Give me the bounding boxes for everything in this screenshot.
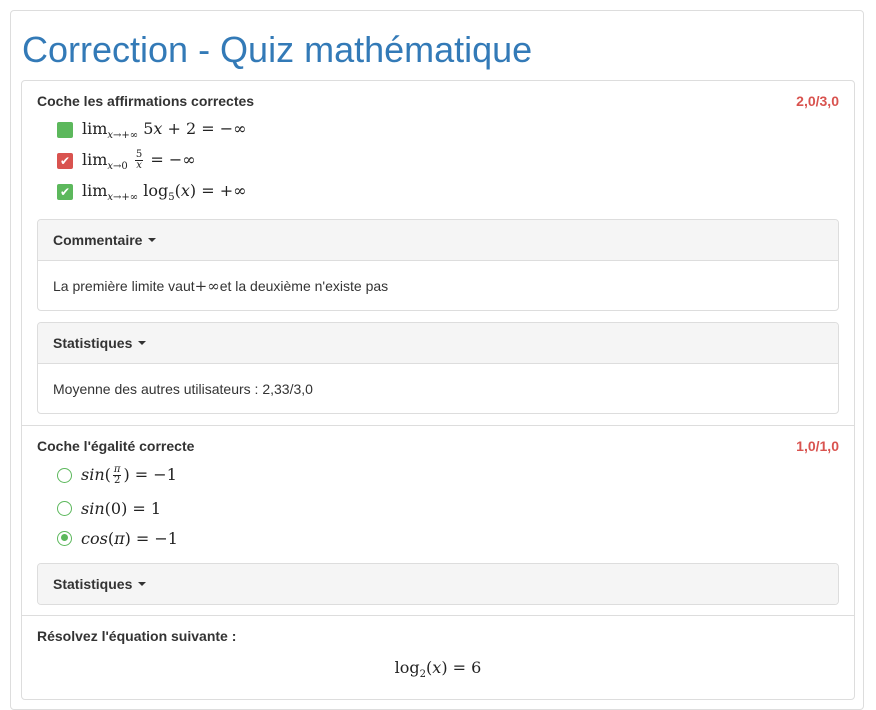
answer-option: sin(π 2) = −1	[57, 464, 177, 486]
statistics-heading: Statistiques	[53, 335, 133, 351]
comment-symbol: +∞	[194, 277, 220, 295]
answer-option: sin(0) = 1	[57, 497, 161, 519]
comment-text-after: et la deuxième n'existe pas	[219, 278, 389, 294]
question-title: Coche l'égalité correcte	[37, 438, 195, 454]
question-1: Coche les affirmations correctes 2,0/3,0…	[22, 81, 854, 425]
statistics-heading: Statistiques	[53, 576, 133, 592]
comment-panel: Commentaire La première limite vaut +∞ e…	[37, 219, 839, 311]
question-title: Coche les affirmations correctes	[37, 93, 255, 109]
radio-unchecked-icon	[57, 500, 72, 516]
answer-option: ✔ limx→0 5x = −∞	[57, 150, 196, 172]
caret-down-icon	[148, 238, 157, 242]
wrong-check-icon: ✔	[57, 153, 73, 169]
answer-option: limx→+∞ 5x + 2 = −∞	[57, 119, 247, 141]
answer-expression: sin(π 2) = −1	[81, 463, 177, 486]
questions-list: Coche les affirmations correctes 2,0/3,0…	[21, 80, 855, 700]
answer-option: cos(π) = −1	[57, 527, 178, 549]
question-score: 2,0/3,0	[796, 93, 839, 109]
question-title: Résolvez l'équation suivante :	[37, 628, 237, 644]
question-score: 1,0/1,0	[796, 438, 839, 454]
statistics-toggle[interactable]: Statistiques	[38, 564, 838, 604]
statistics-body: Moyenne des autres utilisateurs : 2,33/3…	[53, 381, 313, 397]
answer-expression: limx→0 5x = −∞	[82, 149, 196, 173]
checkbox-selected-icon	[57, 122, 73, 138]
comment-body: La première limite vaut +∞ et la deuxièm…	[38, 261, 838, 311]
comment-toggle[interactable]: Commentaire	[38, 220, 838, 261]
comment-text-before: La première limite vaut	[53, 278, 195, 294]
caret-down-icon	[138, 341, 147, 345]
question-3: Résolvez l'équation suivante : log2(x) =…	[22, 615, 854, 701]
question-2: Coche l'égalité correcte 1,0/1,0 sin(π 2)…	[22, 425, 854, 615]
correct-check-icon: ✔	[57, 184, 73, 200]
answer-option: ✔ limx→+∞ log5(x) = +∞	[57, 181, 246, 203]
equation: log2(x) = 6	[394, 658, 482, 680]
radio-checked-icon	[57, 530, 72, 546]
caret-down-icon	[138, 582, 147, 586]
comment-heading: Commentaire	[53, 232, 143, 248]
radio-unchecked-icon	[57, 467, 72, 483]
answer-expression: sin(0) = 1	[81, 498, 162, 518]
answer-expression: limx→+∞ log5(x) = +∞	[82, 181, 247, 203]
statistics-panel: Statistiques Moyenne des autres utilisat…	[37, 322, 839, 414]
statistics-toggle[interactable]: Statistiques	[38, 323, 838, 364]
answer-expression: limx→+∞ 5x + 2 = −∞	[82, 119, 247, 141]
statistics-panel: Statistiques	[37, 563, 839, 605]
answer-expression: cos(π) = −1	[81, 528, 178, 548]
page-title: Correction - Quiz mathématique	[22, 29, 533, 70]
